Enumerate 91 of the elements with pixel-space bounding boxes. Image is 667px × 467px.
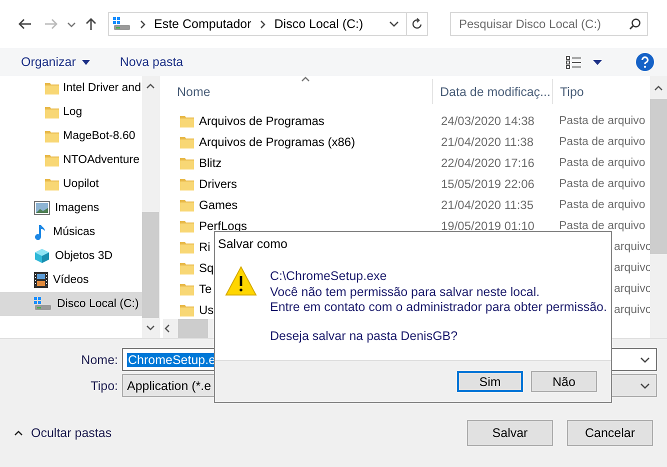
new-folder-button[interactable]: Nova pasta	[110, 52, 192, 72]
organize-menu[interactable]: Organizar	[12, 52, 99, 72]
file-name[interactable]: Te	[179, 280, 212, 296]
file-name[interactable]: Blitz	[179, 154, 222, 170]
file-date: 19/05/2019 01:10	[441, 218, 534, 232]
horizontal-scrollbar[interactable]	[163, 319, 214, 338]
hide-folders-toggle[interactable]: Ocultar pastas	[14, 426, 112, 440]
music-note-icon	[34, 224, 48, 240]
chevron-up-icon	[146, 82, 155, 91]
caret-icon	[593, 60, 602, 64]
sidebar-item[interactable]: Disco Local (C:)	[0, 292, 142, 316]
file-name[interactable]: PerfLogs	[179, 218, 248, 234]
no-button[interactable]: Não	[531, 371, 597, 392]
field-label: Nome:	[80, 352, 119, 366]
help-icon[interactable]	[636, 53, 654, 71]
file-name[interactable]: Sq	[179, 260, 214, 276]
chevron-up-icon	[654, 84, 663, 93]
search-field[interactable]: Pesquisar Disco Local (C:)	[450, 12, 648, 36]
file-type: Pasta de arquivo	[559, 114, 646, 126]
forward-arrow-icon	[44, 18, 58, 30]
file-type: Pasta de arquivo	[559, 156, 646, 168]
sidebar-item[interactable]: NTOAdventure	[0, 148, 142, 172]
file-type: Pasta de arquivo	[559, 136, 646, 148]
refresh-icon	[411, 18, 423, 30]
search-icon	[629, 18, 641, 30]
chevron-down-icon	[389, 19, 399, 29]
message-text: Você não tem permissão para salvar neste local.	[270, 284, 541, 300]
sidebar-item[interactable]: Intel Driver and	[0, 76, 142, 100]
folder-icon	[44, 128, 60, 144]
sidebar-item[interactable]: Objetos 3D	[0, 244, 142, 268]
file-date: 24/03/2020 14:38	[441, 114, 534, 128]
back-arrow-icon	[18, 18, 32, 30]
field-label: Tipo:	[90, 378, 119, 392]
breadcrumb[interactable]: Este Computador	[154, 17, 252, 31]
breadcrumb[interactable]: Disco Local (C:)	[274, 17, 364, 31]
file-date: 22/04/2020 17:16	[441, 156, 534, 170]
address-bar[interactable]: Este Computador Disco Local (C:)	[108, 12, 428, 36]
up-arrow-icon	[85, 17, 97, 31]
chevron-right-icon	[258, 20, 268, 28]
file-name[interactable]: Arquivos de Programas	[179, 112, 324, 128]
scrollbar-thumb[interactable]	[142, 212, 159, 318]
scrollbar-thumb[interactable]	[178, 319, 208, 338]
chevron-up-icon	[14, 428, 23, 438]
column-header[interactable]: Data de modificaç...	[433, 79, 553, 104]
save-button[interactable]: Salvar	[467, 420, 553, 446]
sidebar-item[interactable]: Imagens	[0, 196, 142, 220]
chevron-down-icon	[146, 323, 155, 332]
cancel-button[interactable]: Cancelar	[567, 420, 653, 446]
chevron-down-icon	[66, 20, 76, 28]
warning-icon	[225, 266, 257, 296]
sidebar-item[interactable]: MageBot-8.60	[0, 124, 142, 148]
sidebar-item[interactable]: Log	[0, 100, 142, 124]
chevron-left-icon	[163, 324, 172, 333]
drive-icon	[34, 297, 52, 311]
scrollbar[interactable]	[650, 76, 667, 338]
message-text: Entre em contato com o administrador para obter permissão.	[270, 300, 607, 316]
film-icon	[34, 272, 48, 288]
scrollbar-thumb[interactable]	[650, 99, 667, 254]
folder-icon	[44, 104, 60, 120]
cube-icon	[34, 248, 50, 264]
file-type: Pasta de arquivo	[559, 220, 646, 232]
sidebar-item[interactable]: Músicas	[0, 220, 142, 244]
chevron-down-icon	[640, 380, 650, 390]
folder-icon	[44, 80, 60, 96]
pictures-icon	[34, 201, 50, 215]
file-date: 21/04/2020 11:35	[441, 198, 534, 212]
file-type: Pasta de arquivo	[559, 178, 646, 190]
dialog-title: Salvar como	[217, 236, 288, 253]
file-name[interactable]: Arquivos de Programas (x86)	[179, 134, 356, 150]
message-text: C:\ChromeSetup.exe	[270, 269, 388, 284]
yes-button[interactable]: Sim	[457, 371, 523, 392]
column-header[interactable]: Nome	[163, 79, 433, 104]
drive-icon	[113, 17, 131, 31]
sidebar-item[interactable]: Vídeos	[0, 268, 142, 292]
file-date: 15/05/2019 22:06	[441, 176, 534, 190]
chevron-right-icon	[138, 20, 147, 28]
file-name[interactable]: Us	[179, 302, 214, 318]
scrollbar[interactable]	[142, 76, 159, 338]
question-text: Deseja salvar na pasta DenisGB?	[270, 328, 459, 344]
sidebar-item[interactable]: Uopilot	[0, 172, 142, 196]
column-header[interactable]: Tipo	[553, 79, 649, 104]
list-view-icon	[566, 56, 581, 68]
file-date: 21/04/2020 11:38	[441, 134, 534, 148]
file-type: Pasta de arquivo	[559, 198, 646, 210]
file-name[interactable]: Drivers	[179, 176, 237, 192]
chevron-down-icon	[640, 354, 650, 364]
file-name[interactable]: Ri	[179, 238, 210, 254]
caret-icon	[82, 60, 90, 64]
folder-icon	[44, 152, 60, 168]
file-name[interactable]: Games	[179, 196, 238, 212]
folder-icon	[44, 176, 60, 192]
